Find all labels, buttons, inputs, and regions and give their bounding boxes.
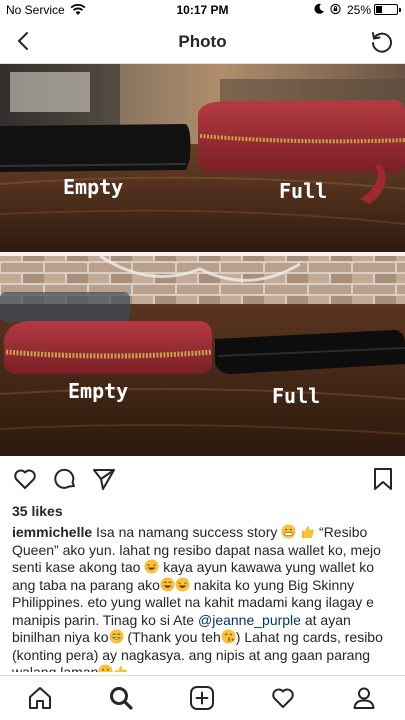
grimacing-emoji-icon — [281, 524, 296, 539]
activity-icon[interactable] — [270, 685, 296, 711]
laughing-emoji-icon — [175, 576, 190, 592]
rotation-lock-icon — [330, 3, 341, 15]
profile-icon[interactable] — [351, 685, 377, 711]
bookmark-icon[interactable] — [370, 466, 396, 492]
caption-username[interactable]: iemmichelle — [12, 524, 92, 540]
likes-count[interactable]: 35 likes — [12, 503, 63, 519]
battery-percent: 25% — [347, 3, 372, 17]
nav-bar: Photo — [0, 20, 405, 64]
search-icon[interactable] — [108, 685, 134, 711]
caption-text-6: (Thank you teh — [123, 629, 221, 645]
post-caption: iemmichelle Isa na namang success story … — [12, 524, 395, 672]
new-post-icon[interactable] — [189, 685, 215, 711]
thumbs-up-emoji-icon — [115, 665, 128, 672]
share-icon[interactable] — [91, 466, 117, 492]
thumbs-up-emoji-icon — [302, 525, 315, 539]
grimacing-emoji-icon — [98, 664, 113, 672]
battery-icon — [374, 4, 401, 15]
grinning-emoji-icon — [108, 629, 124, 644]
moon-icon — [314, 3, 324, 14]
page-title: Photo — [178, 32, 227, 51]
photo-label-full-top: Full — [279, 179, 327, 203]
clock: 10:17 PM — [176, 3, 229, 17]
wallet-comparison-image: Empty Full Empty Full — [0, 64, 405, 456]
photo-label-empty-bottom: Empty — [68, 379, 128, 403]
caption-mention[interactable]: @jeanne_purple — [198, 612, 301, 628]
battery-level — [376, 6, 382, 13]
comment-icon[interactable] — [52, 466, 78, 492]
post-photo[interactable]: Empty Full Empty Full — [0, 64, 405, 456]
home-icon[interactable] — [27, 685, 53, 711]
tab-bar — [0, 675, 405, 720]
refresh-icon[interactable] — [369, 29, 395, 55]
photo-label-empty-top: Empty — [63, 175, 123, 199]
crying-laughing-emoji-icon — [160, 576, 175, 592]
photo-label-full-bottom: Full — [272, 384, 320, 408]
post-actions — [0, 456, 405, 500]
heart-icon[interactable] — [12, 466, 38, 492]
laughing-emoji-icon — [144, 559, 159, 574]
caption-text-1: Isa na namang success story — [92, 524, 278, 540]
status-bar: No Service 10:17 PM 25% — [0, 0, 405, 20]
kissing-emoji-icon — [221, 629, 236, 644]
